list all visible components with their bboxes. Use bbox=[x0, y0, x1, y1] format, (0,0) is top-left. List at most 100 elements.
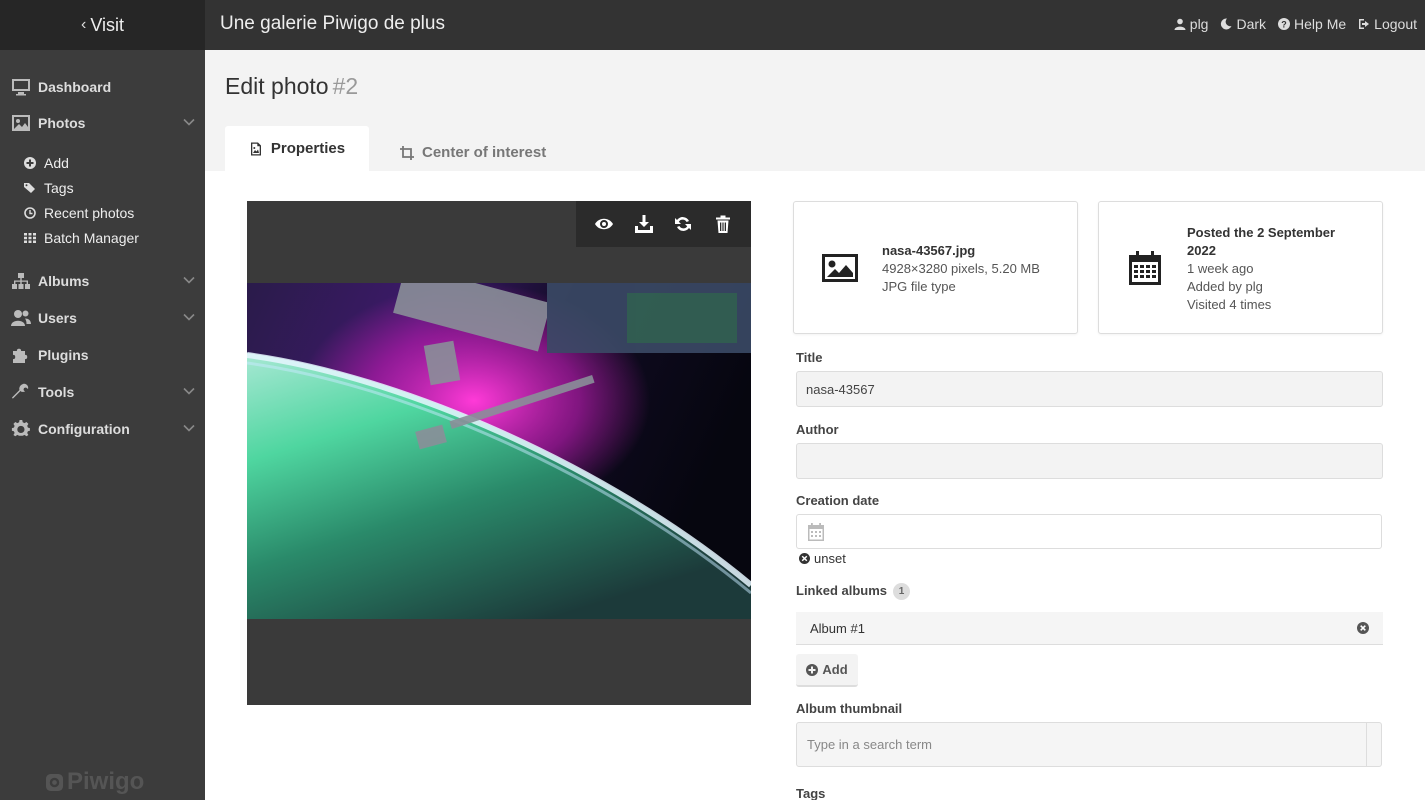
unset-date-link[interactable]: unset bbox=[799, 551, 846, 566]
sidebar-label-dashboard: Dashboard bbox=[38, 79, 112, 95]
remove-album-icon[interactable] bbox=[1357, 622, 1369, 634]
chevron-down-icon bbox=[183, 276, 195, 284]
image-icon bbox=[10, 114, 32, 132]
linked-albums-label: Linked albums 1 bbox=[796, 583, 911, 601]
user-link[interactable]: plg bbox=[1174, 16, 1209, 32]
top-links: plg Dark ? Help Me Logout bbox=[1174, 16, 1417, 32]
brand-label: Piwigo bbox=[67, 768, 145, 795]
help-label: Help Me bbox=[1294, 16, 1347, 32]
sync-icon[interactable] bbox=[674, 215, 692, 233]
visit-label: Visit bbox=[90, 14, 124, 35]
chevron-down-icon bbox=[183, 118, 195, 126]
sidebar-subitem-recent[interactable]: Recent photos bbox=[24, 204, 134, 222]
visit-link[interactable]: ‹ Visit bbox=[0, 0, 205, 50]
sidebar-sublabel-add: Add bbox=[44, 155, 69, 171]
sidebar-item-tools[interactable]: Tools bbox=[10, 381, 197, 403]
photo-number: #2 bbox=[332, 73, 359, 99]
sidebar-item-configuration[interactable]: Configuration bbox=[10, 418, 197, 440]
sidebar-sublabel-batch: Batch Manager bbox=[44, 230, 139, 246]
sidebar-label-plugins: Plugins bbox=[38, 347, 89, 363]
album-chip-label: Album #1 bbox=[810, 620, 865, 636]
sidebar-item-photos[interactable]: Photos bbox=[10, 112, 197, 134]
svg-text:?: ? bbox=[1281, 20, 1287, 30]
chevron-down-icon bbox=[183, 313, 195, 321]
sidebar: Dashboard Photos Add Tags Recent photos … bbox=[0, 50, 205, 800]
title-input[interactable]: nasa-43567 bbox=[796, 371, 1383, 407]
help-icon: ? bbox=[1278, 18, 1291, 30]
sidebar-sublabel-recent: Recent photos bbox=[44, 205, 135, 221]
album-thumbnail-search[interactable]: Type in a search term bbox=[796, 722, 1382, 767]
tags-icon bbox=[24, 182, 38, 194]
added-by: Added by plg bbox=[1187, 279, 1263, 294]
sidebar-subitem-batch[interactable]: Batch Manager bbox=[24, 229, 139, 247]
download-icon[interactable] bbox=[634, 215, 653, 233]
chevron-down-icon bbox=[183, 424, 195, 432]
tab-properties[interactable]: Properties bbox=[225, 126, 369, 171]
file-info-card: nasa-43567.jpg 4928×3280 pixels, 5.20 MB… bbox=[793, 201, 1078, 334]
sitemap-icon bbox=[10, 272, 32, 290]
eye-icon[interactable] bbox=[594, 215, 613, 233]
file-type: JPG file type bbox=[882, 279, 956, 294]
logout-link[interactable]: Logout bbox=[1358, 16, 1417, 32]
sidebar-item-plugins[interactable]: Plugins bbox=[10, 344, 197, 366]
chevron-left-icon: ‹ bbox=[80, 16, 87, 33]
date-info-lines: Posted the 2 September 2022 1 week ago A… bbox=[1187, 224, 1367, 314]
user-label: plg bbox=[1189, 16, 1209, 32]
user-icon bbox=[1174, 18, 1186, 30]
tab-center-of-interest[interactable]: Center of interest bbox=[400, 130, 546, 175]
sidebar-item-dashboard[interactable]: Dashboard bbox=[10, 76, 197, 98]
photo-image[interactable] bbox=[247, 283, 751, 619]
author-input[interactable] bbox=[796, 443, 1383, 479]
clock-icon bbox=[24, 207, 38, 219]
piwigo-logo[interactable]: Piwigo bbox=[45, 768, 144, 796]
sidebar-label-configuration: Configuration bbox=[38, 421, 130, 437]
photo-preview bbox=[247, 201, 751, 705]
file-image-icon bbox=[250, 142, 261, 155]
sidebar-subitem-add[interactable]: Add bbox=[24, 154, 69, 172]
sidebar-label-users: Users bbox=[38, 310, 77, 326]
wrench-icon bbox=[10, 383, 32, 401]
unset-label: unset bbox=[814, 551, 846, 566]
times-circle-icon bbox=[799, 553, 810, 564]
dark-theme-link[interactable]: Dark bbox=[1220, 16, 1266, 32]
date-info-card: Posted the 2 September 2022 1 week ago A… bbox=[1098, 201, 1383, 334]
image-icon bbox=[822, 254, 858, 282]
tab-properties-label: Properties bbox=[270, 140, 346, 157]
piwigo-logo-icon bbox=[45, 773, 64, 791]
gallery-title[interactable]: Une galerie Piwigo de plus bbox=[220, 13, 445, 35]
title-label: Title bbox=[796, 350, 823, 365]
add-album-button[interactable]: Add bbox=[796, 654, 858, 687]
creation-date-label: Creation date bbox=[796, 493, 880, 508]
gear-icon bbox=[10, 420, 32, 438]
author-label: Author bbox=[796, 422, 839, 437]
calendar-icon bbox=[808, 522, 824, 541]
album-chip: Album #1 bbox=[796, 612, 1383, 645]
linked-albums-count: 1 bbox=[893, 583, 911, 601]
file-info-lines: nasa-43567.jpg 4928×3280 pixels, 5.20 MB… bbox=[882, 242, 1040, 296]
help-link[interactable]: ? Help Me bbox=[1278, 16, 1346, 32]
puzzle-icon bbox=[10, 346, 32, 364]
add-album-label: Add bbox=[822, 662, 848, 677]
theme-label: Dark bbox=[1236, 16, 1267, 32]
logout-label: Logout bbox=[1374, 16, 1417, 32]
sidebar-sublabel-tags: Tags bbox=[44, 180, 74, 196]
sidebar-subitem-tags[interactable]: Tags bbox=[24, 179, 74, 197]
page-title: Edit photo #2 bbox=[225, 73, 358, 100]
calendar-icon bbox=[1129, 251, 1161, 285]
posted-date: Posted the 2 September 2022 bbox=[1187, 225, 1336, 258]
sidebar-item-albums[interactable]: Albums bbox=[10, 270, 197, 292]
file-name: nasa-43567.jpg bbox=[882, 243, 976, 258]
linked-albums-text: Linked albums bbox=[796, 583, 888, 598]
photo-actions bbox=[576, 201, 751, 247]
page-header: Edit photo #2 Properties Center of intere… bbox=[205, 50, 1425, 171]
trash-icon[interactable] bbox=[714, 215, 732, 233]
sidebar-item-users[interactable]: Users bbox=[10, 307, 197, 329]
file-dimensions: 4928×3280 pixels, 5.20 MB bbox=[882, 261, 1040, 276]
top-bar: ‹ Visit Une galerie Piwigo de plus plg D… bbox=[0, 0, 1425, 50]
grid-icon bbox=[24, 232, 38, 244]
title-value: nasa-43567 bbox=[806, 381, 875, 397]
logout-icon bbox=[1359, 19, 1370, 29]
sidebar-label-tools: Tools bbox=[38, 384, 75, 400]
sidebar-label-albums: Albums bbox=[38, 273, 90, 289]
creation-date-input[interactable] bbox=[796, 514, 1382, 549]
